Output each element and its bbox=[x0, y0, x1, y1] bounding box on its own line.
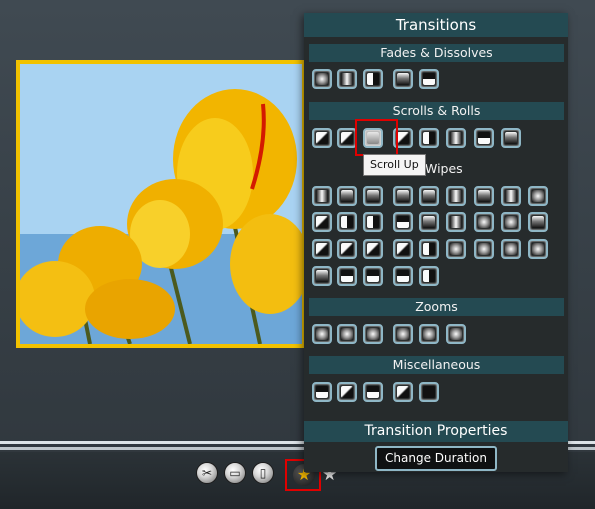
transition-button[interactable] bbox=[419, 186, 439, 206]
transitions-panel: Transitions Fades & Dissolves Scrolls & … bbox=[304, 13, 568, 472]
paste-icon[interactable]: ▯ bbox=[252, 462, 274, 484]
transition-button[interactable] bbox=[501, 239, 521, 259]
transition-button[interactable] bbox=[312, 239, 332, 259]
change-duration-button[interactable]: Change Duration bbox=[375, 446, 497, 471]
section-miscellaneous: Miscellaneous bbox=[309, 356, 564, 374]
transition-button[interactable] bbox=[501, 186, 521, 206]
transition-button[interactable] bbox=[393, 266, 413, 286]
transition-button[interactable] bbox=[393, 382, 413, 402]
panel-title: Transitions bbox=[304, 13, 568, 37]
transition-button[interactable] bbox=[363, 239, 383, 259]
transition-button[interactable] bbox=[363, 324, 383, 344]
section-zooms: Zooms bbox=[309, 298, 564, 316]
section-wipes-label: Wipes bbox=[425, 161, 463, 176]
transition-button[interactable] bbox=[419, 382, 439, 402]
transition-button[interactable] bbox=[312, 382, 332, 402]
transition-button[interactable] bbox=[446, 239, 466, 259]
section-scrolls-rolls: Scrolls & Rolls bbox=[309, 102, 564, 120]
transition-button[interactable] bbox=[337, 128, 357, 148]
transition-button[interactable] bbox=[393, 186, 413, 206]
transition-button[interactable] bbox=[312, 69, 332, 89]
transition-button[interactable] bbox=[528, 186, 548, 206]
transition-button[interactable] bbox=[446, 128, 466, 148]
transition-button[interactable] bbox=[363, 266, 383, 286]
transition-button[interactable] bbox=[312, 186, 332, 206]
transition-button[interactable] bbox=[474, 239, 494, 259]
transition-button[interactable] bbox=[501, 128, 521, 148]
transition-button[interactable] bbox=[337, 212, 357, 232]
transition-button[interactable] bbox=[363, 69, 383, 89]
transition-button[interactable] bbox=[393, 324, 413, 344]
caption-icon[interactable]: ▭ bbox=[224, 462, 246, 484]
section-fades-dissolves: Fades & Dissolves bbox=[309, 44, 564, 62]
transition-button[interactable] bbox=[419, 239, 439, 259]
transition-button[interactable] bbox=[419, 212, 439, 232]
transition-button[interactable] bbox=[393, 239, 413, 259]
transition-button[interactable] bbox=[419, 128, 439, 148]
transition-button[interactable] bbox=[528, 239, 548, 259]
transition-button[interactable] bbox=[419, 266, 439, 286]
transition-button[interactable] bbox=[474, 212, 494, 232]
transition-button[interactable] bbox=[312, 212, 332, 232]
transition-button[interactable] bbox=[474, 128, 494, 148]
transition-button[interactable] bbox=[337, 69, 357, 89]
photo-preview bbox=[16, 60, 306, 348]
transition-button[interactable] bbox=[393, 69, 413, 89]
transition-button[interactable] bbox=[363, 382, 383, 402]
transition-button[interactable] bbox=[312, 266, 332, 286]
transition-button[interactable] bbox=[363, 186, 383, 206]
tulip-photo bbox=[20, 64, 302, 344]
transition-button[interactable] bbox=[337, 186, 357, 206]
transition-button[interactable] bbox=[446, 324, 466, 344]
transition-button[interactable] bbox=[363, 212, 383, 232]
transition-button[interactable] bbox=[312, 128, 332, 148]
transition-button[interactable] bbox=[528, 212, 548, 232]
transition-button[interactable] bbox=[312, 324, 332, 344]
tooltip: Scroll Up bbox=[363, 154, 426, 176]
scissors-icon[interactable]: ✂ bbox=[196, 462, 218, 484]
section-wipes: Wipes bbox=[309, 160, 564, 178]
transition-button[interactable] bbox=[337, 324, 357, 344]
transition-button[interactable] bbox=[501, 212, 521, 232]
selection-highlight bbox=[355, 119, 398, 156]
transition-properties-header: Transition Properties bbox=[304, 421, 568, 442]
transition-button[interactable] bbox=[419, 69, 439, 89]
transition-button[interactable] bbox=[337, 239, 357, 259]
transition-button[interactable] bbox=[337, 382, 357, 402]
transition-button[interactable] bbox=[474, 186, 494, 206]
transition-button[interactable] bbox=[337, 266, 357, 286]
transition-button[interactable] bbox=[446, 212, 466, 232]
transition-button[interactable] bbox=[419, 324, 439, 344]
transition-button[interactable] bbox=[393, 212, 413, 232]
transition-button[interactable] bbox=[446, 186, 466, 206]
